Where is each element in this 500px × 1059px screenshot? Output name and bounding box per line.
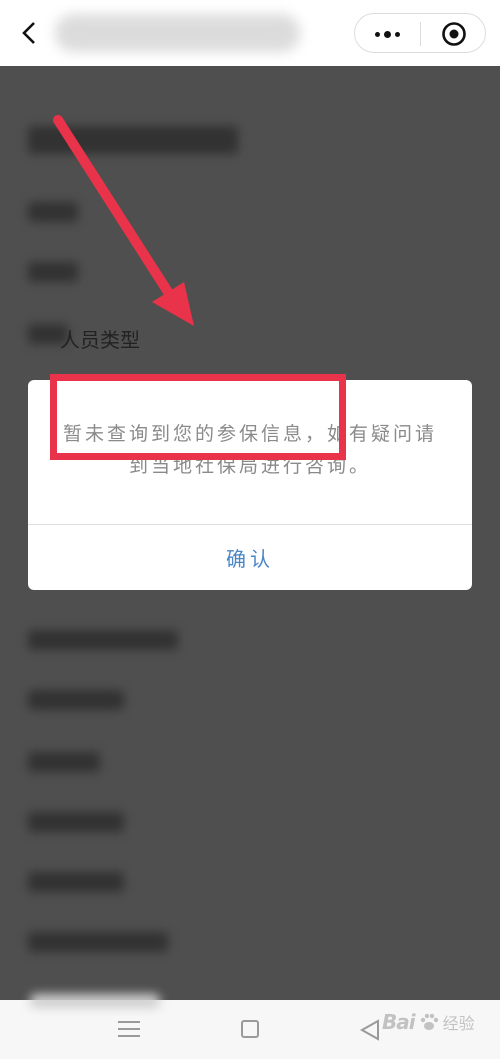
blurred-heading xyxy=(28,126,238,154)
close-mini-program-button[interactable] xyxy=(421,14,487,54)
more-dots-icon xyxy=(375,31,380,37)
triangle-back-icon[interactable] xyxy=(358,1018,382,1042)
blurred-field xyxy=(28,262,78,282)
blurred-field xyxy=(28,752,100,772)
hamburger-line xyxy=(118,1028,140,1030)
blurred-field xyxy=(28,202,78,222)
hamburger-icon[interactable] xyxy=(118,1018,140,1040)
confirm-button[interactable]: 确认 xyxy=(28,525,472,590)
more-dots-icon-right xyxy=(395,31,400,37)
chevron-left-icon xyxy=(22,22,35,44)
top-bar xyxy=(0,0,500,66)
watermark-subtext: 经验 xyxy=(442,1014,475,1033)
target-close-icon xyxy=(442,22,466,46)
more-dots-icon-center xyxy=(384,30,391,38)
blurred-field xyxy=(28,690,124,710)
paw-logo-icon xyxy=(420,1013,438,1030)
watermark-text: Bai xyxy=(382,1010,416,1034)
blurred-field xyxy=(28,872,124,892)
blurred-field xyxy=(28,932,168,952)
annotation-highlight-box xyxy=(50,374,346,460)
back-button[interactable] xyxy=(12,16,46,50)
blurred-page-title xyxy=(55,14,300,52)
blurred-field xyxy=(28,630,178,650)
square-home-icon[interactable] xyxy=(241,1020,259,1038)
hamburger-line xyxy=(118,1035,140,1037)
blurred-field xyxy=(28,812,124,832)
blurred-footer xyxy=(30,994,160,1008)
hamburger-line xyxy=(118,1021,140,1023)
more-button[interactable] xyxy=(355,14,420,54)
mini-program-capsule xyxy=(354,13,486,53)
person-type-label: 人员类型 xyxy=(60,328,140,352)
baidu-jingyan-watermark: Bai 经验 xyxy=(382,1010,475,1034)
